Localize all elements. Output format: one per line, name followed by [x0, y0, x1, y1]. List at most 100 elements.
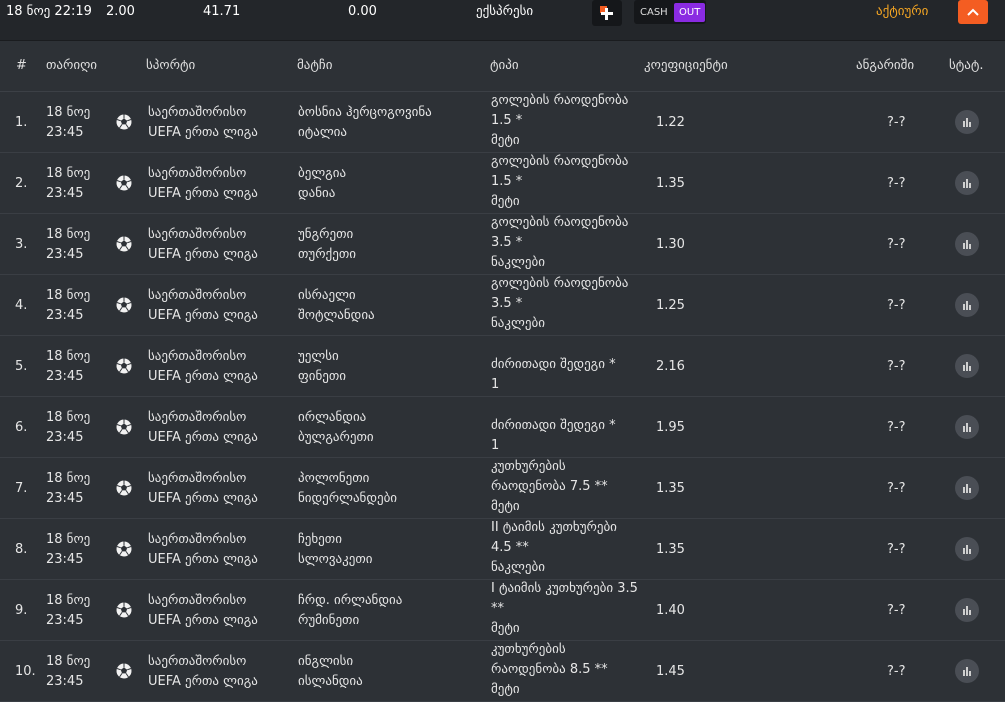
- out-label: OUT: [674, 2, 706, 22]
- row-bet-type: გოლების რაოდენობა 3.5 * ნაკლები: [491, 215, 629, 270]
- bar-chart-icon: [963, 484, 971, 493]
- bar-chart-icon: [963, 118, 971, 127]
- returned-amount: 0.00: [348, 4, 377, 19]
- bar-chart-icon: [963, 667, 971, 676]
- football-icon: [116, 602, 132, 622]
- table-row: 7. 18 ნოე 23:45 საერთაშორისო UEFA ერთა ლიგ…: [0, 458, 1005, 519]
- row-match[interactable]: ინგლისი ისლანდია: [298, 652, 363, 692]
- stats-button[interactable]: [955, 476, 979, 500]
- row-bet-type: I ტაიმის კუთხურები 3.5 ** მეტი: [491, 581, 638, 636]
- table-row: 10. 18 ნოე 23:45 საერთაშორისო UEFA ერთა ლი…: [0, 641, 1005, 702]
- row-sport: საერთაშორისო UEFA ერთა ლიგა: [148, 166, 258, 201]
- stats-button[interactable]: [955, 171, 979, 195]
- football-icon: [116, 236, 132, 256]
- row-num: 3.: [15, 237, 28, 252]
- bet-type: ექსპრესი: [476, 4, 534, 19]
- row-match[interactable]: ირლანდია ბულგარეთი: [298, 408, 374, 448]
- row-sport: საერთაშორისო UEFA ერთა ლიგა: [148, 349, 258, 384]
- row-match[interactable]: უნგრეთი თურქეთი: [298, 225, 356, 265]
- row-odds: 2.16: [656, 359, 685, 374]
- row-num: 7.: [15, 481, 28, 496]
- add-bet-button[interactable]: [592, 0, 622, 26]
- football-icon: [116, 175, 132, 195]
- football-icon: [116, 541, 132, 561]
- row-result: ?-?: [887, 603, 906, 618]
- row-sport: საერთაშორისო UEFA ერთა ლიგა: [148, 227, 258, 262]
- row-result: ?-?: [887, 542, 906, 557]
- stats-button[interactable]: [955, 598, 979, 622]
- row-date: 18 ნოე 23:45: [46, 471, 91, 506]
- row-result: ?-?: [887, 481, 906, 496]
- row-num: 8.: [15, 542, 28, 557]
- row-date: 18 ნოე 23:45: [46, 288, 91, 323]
- row-match[interactable]: პოლონეთი ნიდერლანდები: [298, 469, 397, 509]
- row-bet-type: გოლების რაოდენობა 1.5 * მეტი: [491, 93, 629, 148]
- possible-win: 41.71: [203, 4, 241, 19]
- bet-summary-bar: 18 ნოე 22:19 2.00 41.71 0.00 ექსპრესი CA…: [0, 0, 1005, 41]
- row-bet-type: კუთხურების რაოდენობა 8.5 ** მეტი: [491, 642, 608, 697]
- football-icon: [116, 480, 132, 500]
- row-odds: 1.35: [656, 542, 685, 557]
- football-icon: [116, 663, 132, 683]
- stats-button[interactable]: [955, 354, 979, 378]
- cashout-button[interactable]: CASH OUT: [634, 0, 706, 24]
- stats-button[interactable]: [955, 415, 979, 439]
- col-odds: კოეფიციენტი: [644, 58, 728, 73]
- row-result: ?-?: [887, 298, 906, 313]
- row-odds: 1.35: [656, 176, 685, 191]
- row-num: 2.: [15, 176, 28, 191]
- row-result: ?-?: [887, 115, 906, 130]
- col-num: #: [16, 58, 27, 73]
- col-stats: სტატ.: [949, 58, 984, 73]
- collapse-button[interactable]: [958, 0, 988, 24]
- row-match[interactable]: ჩრდ. ირლანდია რუმინეთი: [298, 591, 402, 631]
- row-result: ?-?: [887, 176, 906, 191]
- bar-chart-icon: [963, 545, 971, 554]
- table-row: 9. 18 ნოე 23:45 საერთაშორისო UEFA ერთა ლიგ…: [0, 580, 1005, 641]
- row-num: 10.: [15, 664, 36, 679]
- row-match[interactable]: უელსი ფინეთი: [298, 347, 346, 387]
- row-odds: 1.95: [656, 420, 685, 435]
- bar-chart-icon: [963, 606, 971, 615]
- table-row: 6. 18 ნოე 23:45 საერთაშორისო UEFA ერთა ლიგ…: [0, 397, 1005, 458]
- row-result: ?-?: [887, 359, 906, 374]
- stats-button[interactable]: [955, 293, 979, 317]
- stats-button[interactable]: [955, 232, 979, 256]
- bets-table: 1. 18 ნოე 23:45 საერთაშორისო UEFA ერთა ლიგ…: [0, 92, 1005, 702]
- stats-button[interactable]: [955, 659, 979, 683]
- row-num: 6.: [15, 420, 28, 435]
- cash-label: CASH: [640, 6, 668, 18]
- row-sport: საერთაშორისო UEFA ერთა ლიგა: [148, 532, 258, 567]
- row-match[interactable]: ბოსნია ჰერცოგოვინა იტალია: [298, 103, 432, 143]
- row-odds: 1.35: [656, 481, 685, 496]
- row-date: 18 ნოე 23:45: [46, 105, 91, 140]
- bet-status: აქტიური: [876, 4, 929, 19]
- row-bet-type: ძირითადი შედეგი * 1: [491, 357, 616, 392]
- stats-button[interactable]: [955, 110, 979, 134]
- row-odds: 1.45: [656, 664, 685, 679]
- row-odds: 1.30: [656, 237, 685, 252]
- row-odds: 1.40: [656, 603, 685, 618]
- row-date: 18 ნოე 23:45: [46, 654, 91, 689]
- row-sport: საერთაშორისო UEFA ერთა ლიგა: [148, 654, 258, 689]
- row-date: 18 ნოე 23:45: [46, 227, 91, 262]
- bar-chart-icon: [963, 362, 971, 371]
- stats-button[interactable]: [955, 537, 979, 561]
- row-num: 9.: [15, 603, 28, 618]
- row-match[interactable]: ისრაელი შოტლანდია: [298, 286, 375, 326]
- table-row: 1. 18 ნოე 23:45 საერთაშორისო UEFA ერთა ლიგ…: [0, 92, 1005, 153]
- row-result: ?-?: [887, 664, 906, 679]
- table-row: 5. 18 ნოე 23:45 საერთაშორისო UEFA ერთა ლიგ…: [0, 336, 1005, 397]
- col-match: მატჩი: [297, 58, 333, 73]
- row-match[interactable]: ჩეხეთი სლოვაკეთი: [298, 530, 373, 570]
- col-sport: სპორტი: [146, 58, 196, 73]
- row-num: 1.: [15, 115, 28, 130]
- row-sport: საერთაშორისო UEFA ერთა ლიგა: [148, 471, 258, 506]
- football-icon: [116, 114, 132, 134]
- table-row: 2. 18 ნოე 23:45 საერთაშორისო UEFA ერთა ლიგ…: [0, 153, 1005, 214]
- row-result: ?-?: [887, 420, 906, 435]
- row-bet-type: გოლების რაოდენობა 3.5 * ნაკლები: [491, 276, 629, 331]
- row-odds: 1.25: [656, 298, 685, 313]
- row-date: 18 ნოე 23:45: [46, 532, 91, 567]
- row-match[interactable]: ბელგია დანია: [298, 164, 346, 204]
